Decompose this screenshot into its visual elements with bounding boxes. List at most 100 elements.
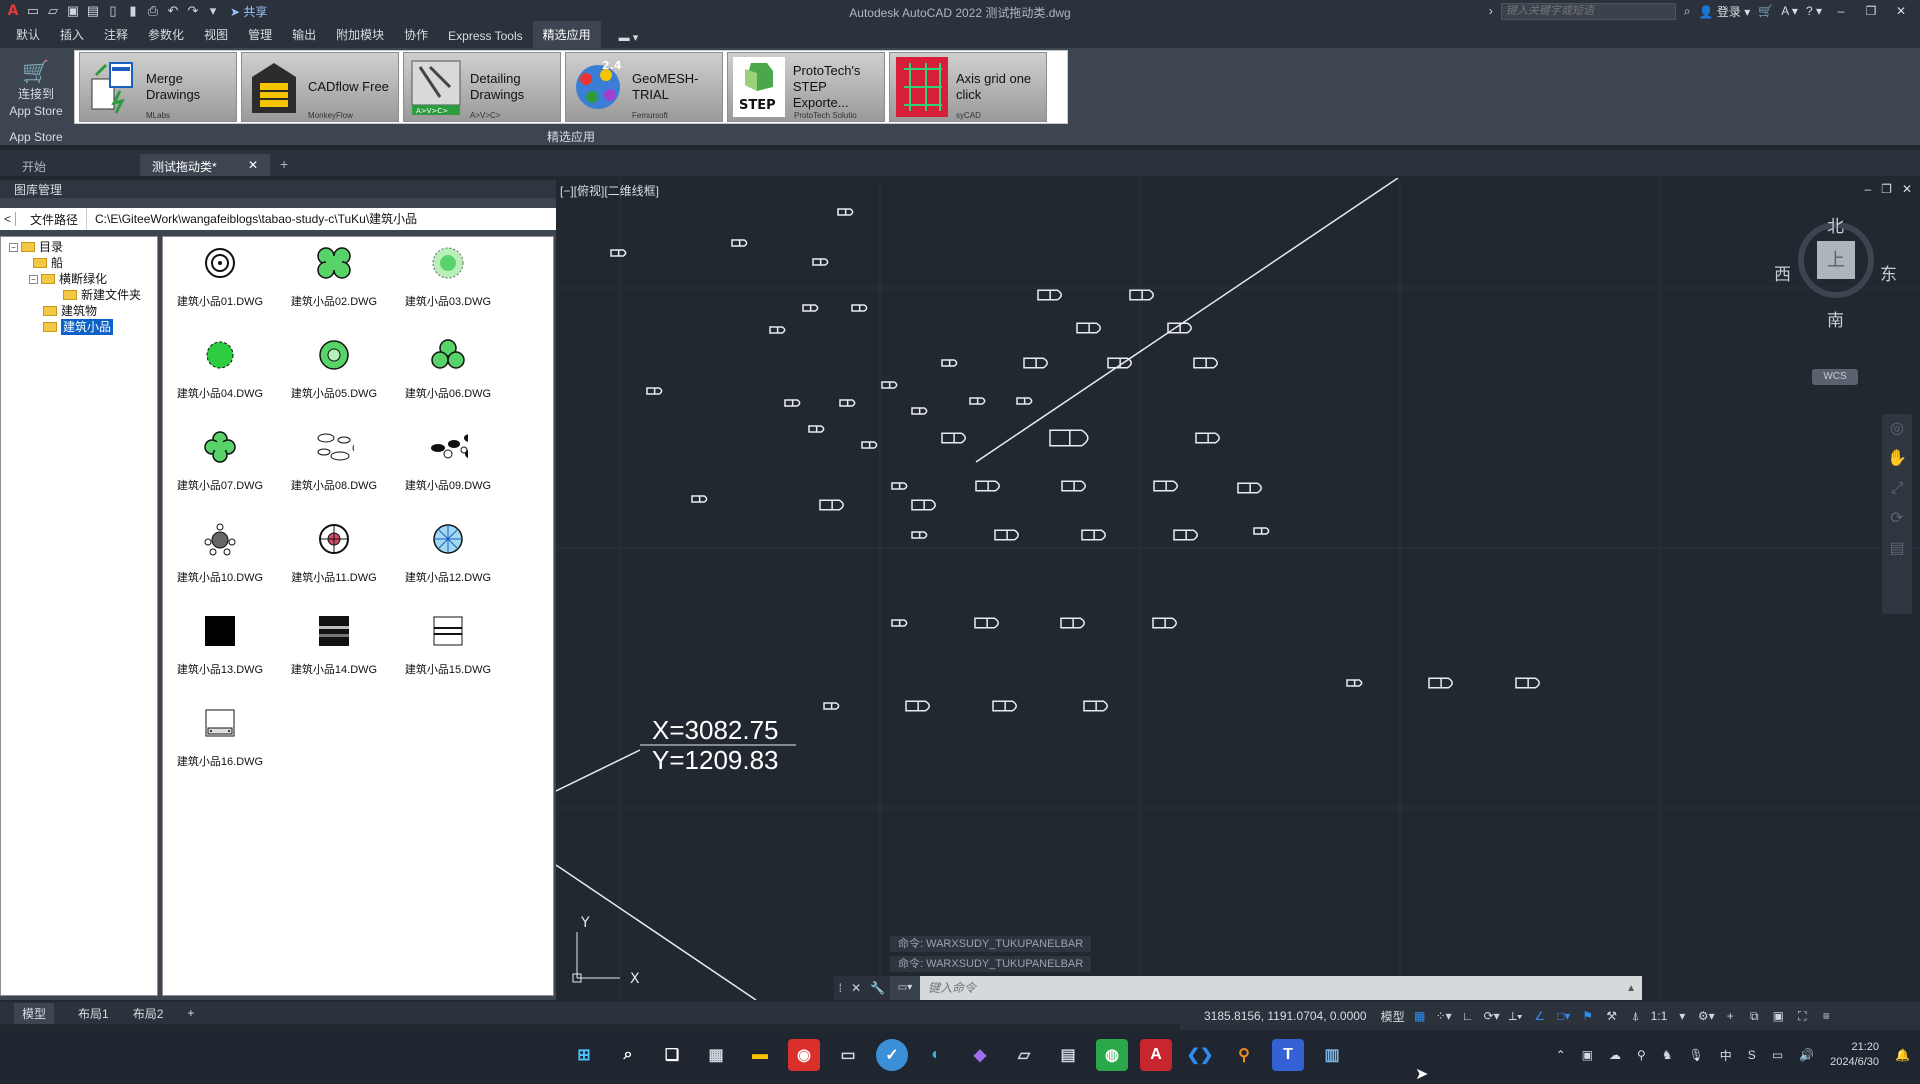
- workspace-gear-icon[interactable]: ⚙▾: [1697, 1009, 1715, 1023]
- remote-app-icon[interactable]: ▱: [1008, 1039, 1040, 1071]
- save-web-icon[interactable]: ▮: [126, 4, 140, 18]
- tray-sogou-icon[interactable]: S: [1748, 1048, 1756, 1062]
- orbit-icon[interactable]: ⟳: [1882, 504, 1912, 534]
- wcs-menu[interactable]: WCS: [1812, 369, 1858, 385]
- clean-screen-icon[interactable]: ⛶: [1793, 1009, 1811, 1024]
- tray-expand-icon[interactable]: ⌃: [1556, 1048, 1566, 1062]
- close-command-line-icon[interactable]: ✕: [851, 981, 861, 995]
- app-blue-check-icon[interactable]: ✓: [876, 1039, 908, 1071]
- tab-output[interactable]: 输出: [282, 21, 326, 48]
- customize-menu-icon[interactable]: ≡: [1817, 1009, 1835, 1023]
- tab-annotate[interactable]: 注释: [94, 21, 138, 48]
- save-as-icon[interactable]: ▤: [86, 4, 100, 18]
- recent-commands-icon[interactable]: ▭▾: [890, 976, 920, 1000]
- typora-icon[interactable]: T: [1272, 1039, 1304, 1071]
- tab-layout2[interactable]: 布局2: [133, 1005, 164, 1022]
- clock[interactable]: 21:20 2024/6/30: [1830, 1040, 1879, 1070]
- plot-icon[interactable]: ⎙: [146, 4, 160, 18]
- thumbnail-item[interactable]: 建筑小品01.DWG: [163, 237, 277, 327]
- zoom-extents-icon[interactable]: ⤢: [1882, 474, 1912, 504]
- cursor-coordinates[interactable]: 3185.8156, 1191.0704, 0.0000: [1204, 1009, 1367, 1023]
- add-layout-button[interactable]: +: [187, 1006, 194, 1020]
- autodesk-account-icon[interactable]: A ▾: [1781, 4, 1798, 18]
- app-tile-detailing-drawings[interactable]: A>V>C> Detailing Drawings A>V>C>: [403, 52, 561, 122]
- tray-search-icon[interactable]: ⚲: [1637, 1048, 1646, 1062]
- task-view-icon[interactable]: ❏: [656, 1039, 688, 1071]
- compass-east[interactable]: 东: [1880, 260, 1897, 285]
- close-button[interactable]: ✕: [1890, 4, 1912, 18]
- thumbnail-item[interactable]: 建筑小品15.DWG: [391, 605, 505, 695]
- customize-dropdown-icon[interactable]: ▾: [206, 4, 220, 18]
- tab-express-tools[interactable]: Express Tools: [438, 24, 532, 48]
- isometric-icon[interactable]: ⟂▾: [1507, 1009, 1525, 1024]
- auto-scale-icon[interactable]: ⚒: [1603, 1009, 1621, 1023]
- chart-app-icon[interactable]: ▥: [1316, 1039, 1348, 1071]
- app-red-icon[interactable]: ◉: [788, 1039, 820, 1071]
- viewport-restore-icon[interactable]: ❐: [1881, 182, 1892, 196]
- thumbnail-item[interactable]: 建筑小品11.DWG: [277, 513, 391, 603]
- viewport-controls-label[interactable]: [−][俯视][二维线框]: [560, 182, 659, 199]
- microphone-icon[interactable]: 🎙: [1689, 1048, 1704, 1062]
- search-tool-icon[interactable]: ⚲: [1228, 1039, 1260, 1071]
- calculator-icon[interactable]: ▦: [700, 1039, 732, 1071]
- tab-manage[interactable]: 管理: [238, 21, 282, 48]
- open-folder-icon[interactable]: ▱: [46, 4, 60, 18]
- share-button[interactable]: ➤ 共享: [230, 3, 267, 20]
- annotation-monitor-icon[interactable]: +: [1721, 1009, 1739, 1023]
- ribbon-display-toggle-icon[interactable]: ▬ ▾: [611, 27, 647, 48]
- pan-hand-icon[interactable]: ✋: [1882, 444, 1912, 474]
- command-input[interactable]: [920, 981, 1627, 995]
- help-button[interactable]: ? ▾: [1806, 4, 1822, 18]
- file-explorer-icon[interactable]: ▬: [744, 1039, 776, 1071]
- visual-studio-icon[interactable]: ◆: [964, 1039, 996, 1071]
- tree-item-buildings[interactable]: 建筑物: [1, 303, 157, 319]
- path-field[interactable]: C:\E\GiteeWork\wangafeiblogs\tabao-study…: [86, 208, 556, 230]
- monitor-app-icon[interactable]: ▭: [832, 1039, 864, 1071]
- app-tile-geomesh[interactable]: 2.4 GeoMESH- TRIAL Femursoft: [565, 52, 723, 122]
- collapse-icon[interactable]: −: [9, 242, 18, 252]
- tab-model[interactable]: 模型: [14, 1002, 55, 1024]
- tab-default[interactable]: 默认: [6, 21, 50, 48]
- edge-browser-icon[interactable]: ◐: [920, 1039, 952, 1071]
- tree-item-root[interactable]: − 目录: [1, 239, 157, 255]
- snap-icon[interactable]: ⁘▾: [1435, 1009, 1453, 1023]
- thumbnail-item[interactable]: 建筑小品14.DWG: [277, 605, 391, 695]
- save-icon[interactable]: ▣: [66, 4, 80, 18]
- tab-featured-apps[interactable]: 精选应用: [532, 21, 601, 48]
- app-menu-button[interactable]: A: [6, 4, 20, 18]
- new-file-icon[interactable]: ▭: [26, 4, 40, 18]
- annotation-visibility-icon[interactable]: ⚑: [1579, 1009, 1597, 1023]
- tree-item-greening[interactable]: − 横断绿化: [1, 271, 157, 287]
- thumbnail-item[interactable]: 建筑小品10.DWG: [163, 513, 277, 603]
- tab-start[interactable]: 开始: [10, 154, 140, 176]
- thumbnail-item[interactable]: 建筑小品03.DWG: [391, 237, 505, 327]
- model-space-toggle[interactable]: 模型: [1381, 1008, 1405, 1025]
- units-icon[interactable]: ⧉: [1745, 1009, 1763, 1024]
- tray-app-icon[interactable]: ▣: [1582, 1048, 1593, 1062]
- viewcube[interactable]: 北 南 东 西 上: [1774, 216, 1897, 330]
- search-icon[interactable]: ⌕: [1684, 4, 1691, 19]
- input-method-indicator[interactable]: 中: [1720, 1047, 1732, 1064]
- steering-wheel-icon[interactable]: ◎: [1882, 414, 1912, 444]
- vscode-icon[interactable]: ❮❯: [1184, 1039, 1216, 1071]
- open-web-icon[interactable]: ▯: [106, 4, 120, 18]
- tab-collaborate[interactable]: 协作: [394, 21, 438, 48]
- compass-north[interactable]: 北: [1827, 212, 1844, 237]
- customize-wrench-icon[interactable]: 🔧: [870, 981, 885, 995]
- object-snap-tracking-icon[interactable]: ∠: [1531, 1009, 1549, 1023]
- thumbnail-item[interactable]: 建筑小品13.DWG: [163, 605, 277, 695]
- viewport-minimize-icon[interactable]: –: [1864, 182, 1871, 196]
- tree-item-ship[interactable]: 船: [1, 255, 157, 271]
- boat-symbol[interactable]: [1049, 429, 1089, 447]
- connect-app-store-button[interactable]: 🛒 连接到 App Store: [4, 58, 68, 120]
- compass-south[interactable]: 南: [1827, 306, 1844, 331]
- compass-west[interactable]: 西: [1774, 260, 1791, 285]
- scale-dropdown-icon[interactable]: ▾: [1673, 1009, 1691, 1023]
- tray-app2-icon[interactable]: ♞: [1662, 1048, 1673, 1062]
- store-icon[interactable]: ▤: [1052, 1039, 1084, 1071]
- collapse-icon[interactable]: −: [29, 274, 38, 284]
- thumbnail-item[interactable]: 建筑小品08.DWG: [277, 421, 391, 511]
- tray-cloud-icon[interactable]: ☁: [1609, 1048, 1621, 1062]
- windows-start-icon[interactable]: ⊞: [568, 1039, 600, 1071]
- volume-icon[interactable]: 🔊: [1799, 1048, 1814, 1062]
